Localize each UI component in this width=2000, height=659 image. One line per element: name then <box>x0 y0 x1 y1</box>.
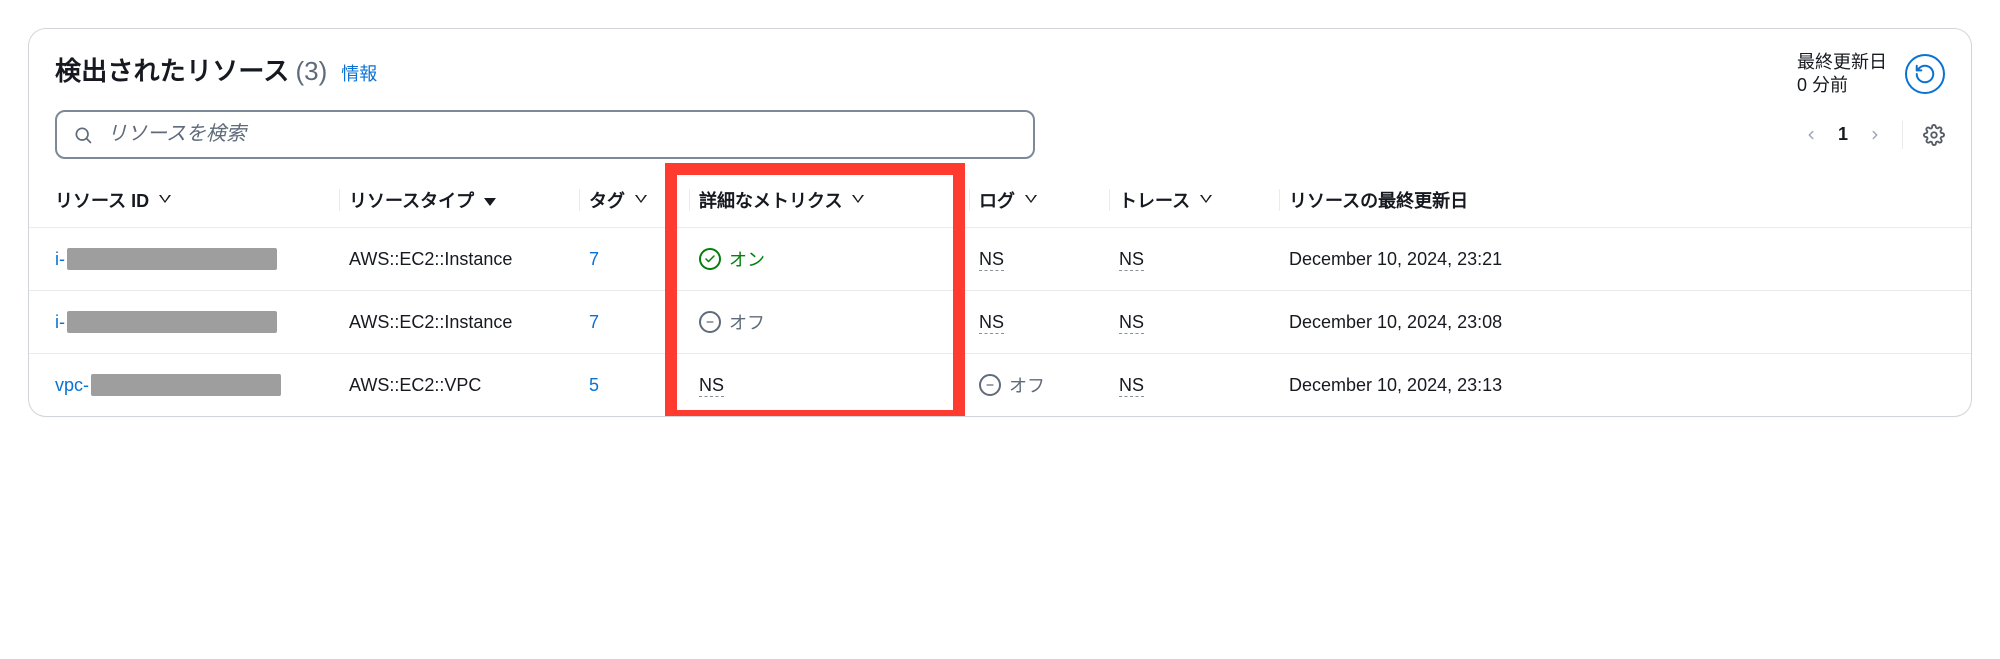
title-wrap: 検出されたリソース (3) 情報 <box>55 51 377 88</box>
settings-button[interactable] <box>1923 124 1945 146</box>
panel-title: 検出されたリソース <box>55 51 290 88</box>
sort-desc-icon <box>484 190 496 211</box>
trace-cell: NS <box>1109 228 1279 291</box>
resource-id-link[interactable]: vpc- <box>55 374 281 396</box>
log-cell: オフ <box>969 354 1109 417</box>
status-ns: NS <box>979 312 1004 334</box>
last-updated-value: 0 分前 <box>1797 74 1887 97</box>
tag-count-link[interactable]: 7 <box>589 312 599 332</box>
log-cell: NS <box>969 291 1109 354</box>
last-updated-cell: December 10, 2024, 23:13 <box>1279 354 1971 417</box>
col-last-updated[interactable]: リソースの最終更新日 <box>1279 173 1971 228</box>
chevron-left-icon <box>1804 125 1818 145</box>
gear-icon <box>1923 124 1945 146</box>
col-log-label: ログ <box>979 187 1015 213</box>
trace-cell: NS <box>1109 291 1279 354</box>
col-detailed-metrics-label: 詳細なメトリクス <box>699 187 842 213</box>
minus-circle-icon <box>979 374 1001 396</box>
col-tag[interactable]: タグ <box>579 173 689 228</box>
col-resource-id[interactable]: リソース ID <box>29 173 339 228</box>
status-off: オフ <box>979 372 1045 398</box>
search-icon <box>73 125 93 145</box>
status-ns: NS <box>699 375 724 397</box>
last-updated: 最終更新日 0 分前 <box>1797 51 1887 96</box>
resources-table: リソース ID リソースタイプ タグ <box>29 173 1971 416</box>
info-link[interactable]: 情報 <box>341 60 377 86</box>
filter-icon <box>159 196 171 204</box>
col-resource-type[interactable]: リソースタイプ <box>339 173 579 228</box>
filter-icon <box>1200 196 1212 204</box>
resource-id-link[interactable]: i- <box>55 311 277 333</box>
search-box[interactable] <box>55 110 1035 159</box>
col-resource-type-label: リソースタイプ <box>349 187 474 213</box>
next-page-button[interactable] <box>1868 125 1882 145</box>
filter-icon <box>1025 196 1037 204</box>
last-updated-cell: December 10, 2024, 23:21 <box>1279 228 1971 291</box>
status-ns: NS <box>1119 375 1144 397</box>
minus-circle-icon <box>699 311 721 333</box>
search-input[interactable] <box>105 122 1017 147</box>
resource-type-cell: AWS::EC2::Instance <box>339 291 579 354</box>
resource-id-link[interactable]: i- <box>55 248 277 270</box>
prev-page-button[interactable] <box>1804 125 1818 145</box>
refresh-button[interactable] <box>1905 54 1945 94</box>
table-wrap: リソース ID リソースタイプ タグ <box>29 173 1971 416</box>
resource-type-cell: AWS::EC2::Instance <box>339 228 579 291</box>
table-row: i- AWS::EC2::Instance 7 オン NS NS December 10, … <box>29 228 1971 291</box>
col-detailed-metrics[interactable]: 詳細なメトリクス <box>689 173 969 228</box>
redacted-block <box>67 311 277 333</box>
detected-resources-panel: 検出されたリソース (3) 情報 最終更新日 0 分前 <box>28 28 1972 417</box>
toolbar: 1 <box>29 110 1971 173</box>
tag-count-link[interactable]: 7 <box>589 249 599 269</box>
filter-icon <box>852 196 864 204</box>
filter-icon <box>635 196 647 204</box>
trace-cell: NS <box>1109 354 1279 417</box>
resource-count: (3) <box>296 56 328 87</box>
redacted-block <box>67 248 277 270</box>
col-log[interactable]: ログ <box>969 173 1109 228</box>
table-row: i- AWS::EC2::Instance 7 オフ NS NS December 10, … <box>29 291 1971 354</box>
status-ns: NS <box>979 249 1004 271</box>
table-row: vpc- AWS::EC2::VPC 5 NS オフ NS December 10, 202… <box>29 354 1971 417</box>
redacted-block <box>91 374 281 396</box>
status-ns: NS <box>1119 312 1144 334</box>
col-trace[interactable]: トレース <box>1109 173 1279 228</box>
last-updated-label: 最終更新日 <box>1797 51 1887 74</box>
chevron-right-icon <box>1868 125 1882 145</box>
panel-header: 検出されたリソース (3) 情報 最終更新日 0 分前 <box>29 51 1971 110</box>
detailed-metrics-cell: NS <box>689 354 969 417</box>
col-trace-label: トレース <box>1119 187 1190 213</box>
check-circle-icon <box>699 248 721 270</box>
col-resource-id-label: リソース ID <box>55 187 149 213</box>
tag-count-link[interactable]: 5 <box>589 375 599 395</box>
page-number: 1 <box>1838 124 1848 145</box>
log-cell: NS <box>969 228 1109 291</box>
table-body: i-AWS::EC2::Instance7オンNSNSDecember 10, … <box>29 228 1971 417</box>
header-right: 最終更新日 0 分前 <box>1797 51 1945 96</box>
status-ns: NS <box>1119 249 1144 271</box>
detailed-metrics-cell: オフ <box>689 291 969 354</box>
last-updated-cell: December 10, 2024, 23:08 <box>1279 291 1971 354</box>
divider <box>1902 121 1903 149</box>
resource-type-cell: AWS::EC2::VPC <box>339 354 579 417</box>
pagination: 1 <box>1804 121 1945 149</box>
refresh-icon <box>1914 63 1936 85</box>
col-last-updated-label: リソースの最終更新日 <box>1289 187 1468 213</box>
status-on: オン <box>699 246 765 272</box>
status-off: オフ <box>699 309 765 335</box>
detailed-metrics-cell: オン <box>689 228 969 291</box>
col-tag-label: タグ <box>589 187 625 213</box>
